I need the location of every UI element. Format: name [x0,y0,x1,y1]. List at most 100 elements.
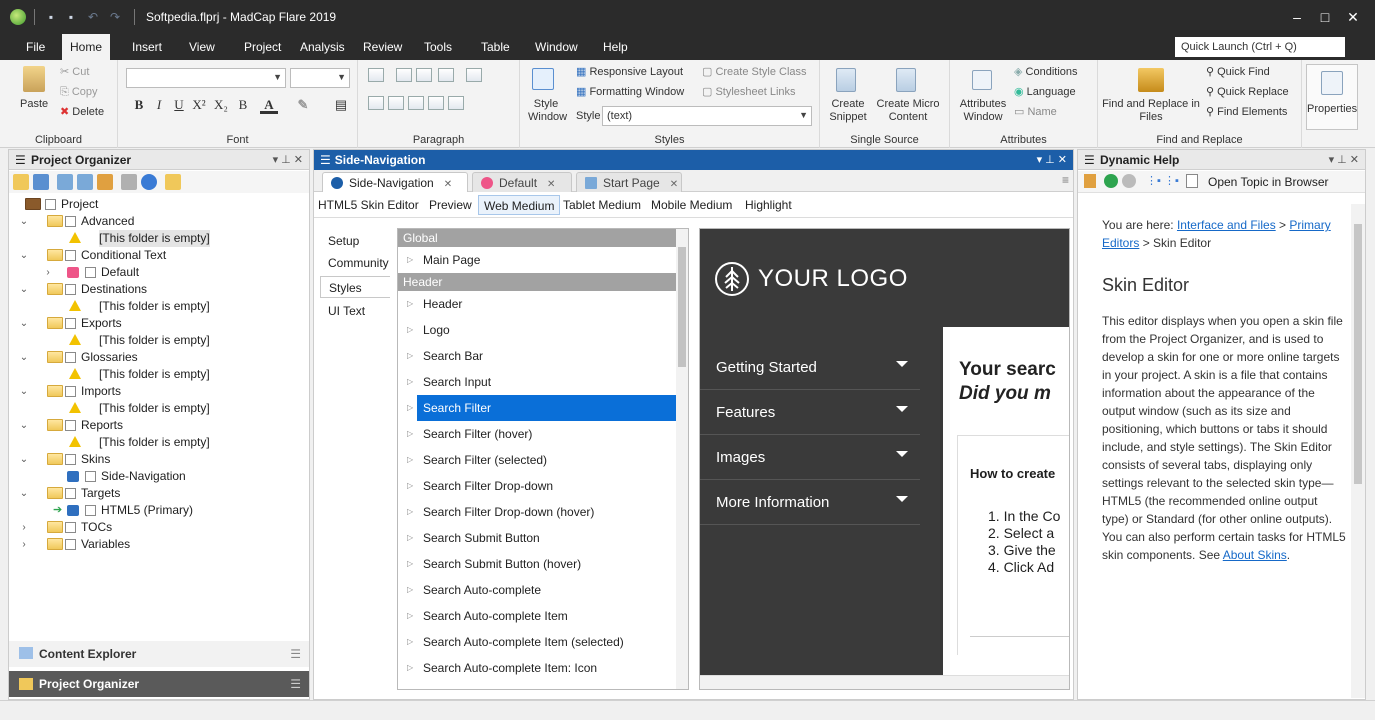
style-list-item[interactable]: ▷ Search Auto-complete Item: Icon [398,655,678,681]
mode-web-medium[interactable]: Web Medium [478,195,561,215]
checkbox[interactable] [65,386,76,397]
menu-table[interactable]: Table [473,34,518,60]
tab-setup[interactable]: Setup [320,230,390,252]
create-micro-content-button[interactable]: Create Micro Content [872,98,944,124]
forward-icon[interactable] [1122,174,1136,188]
style-window-button[interactable]: Style Window [528,98,567,124]
style-list-item[interactable]: ▷ Search Filter (hover) [398,421,678,447]
expand-icon[interactable]: ▷ [407,551,413,577]
chevron-down-icon[interactable]: ⌄ [19,281,29,298]
tree-item[interactable]: ⌄ Reports [9,417,309,434]
chevron-right-icon[interactable]: › [19,536,29,553]
tree-item[interactable]: ⌄ Exports [9,315,309,332]
checkbox[interactable] [65,522,76,533]
tree-item[interactable]: [This folder is empty] [9,298,309,315]
close-icon[interactable]: ✕ [670,179,678,190]
conditions-button[interactable]: ◈ Conditions [1014,66,1078,79]
tab-side-navigation[interactable]: Side-Navigation ✕ [322,172,468,192]
style-list-item[interactable]: ▷ Search Filter Drop-down [398,473,678,499]
menu-icon[interactable]: ☰ [15,150,27,170]
highlight-icon[interactable]: ✎ [294,96,312,114]
chevron-down-icon[interactable]: ⌄ [19,213,29,230]
back-icon[interactable] [1104,174,1118,188]
outdent-icon[interactable] [396,68,412,82]
preview-nav-item[interactable]: Images [700,435,920,480]
tree-item[interactable]: [This folder is empty] [9,366,309,383]
close-icon[interactable]: ✕ [547,179,555,190]
formatting-window-button[interactable]: ▦ Formatting Window [576,86,684,99]
tree-item[interactable]: › TOCs [9,519,309,536]
checkbox[interactable] [65,216,76,227]
menu-window[interactable]: Window [527,34,586,60]
attributes-window-button[interactable]: Attributes Window [956,98,1010,124]
tree-item[interactable]: ⌄ Conditional Text [9,247,309,264]
expand-icon[interactable]: ▷ [407,655,413,681]
find-elements-button[interactable]: ⚲ Find Elements [1206,106,1287,119]
tree-item[interactable]: Project [9,196,309,213]
tree-item[interactable]: ⌄ Glossaries [9,349,309,366]
align-left-icon[interactable] [368,96,384,110]
tree-item[interactable]: ➔ HTML5 (Primary) [9,502,309,519]
redo-icon[interactable]: ↷ [108,10,122,24]
menu-insert[interactable]: Insert [124,34,170,60]
subscript-icon[interactable]: X₂ [212,96,230,114]
style-list-item[interactable]: ▷ Main Page [398,247,678,273]
underline-icon[interactable]: U [170,96,188,114]
scrollbar[interactable] [676,229,688,689]
view-icon[interactable] [33,174,49,190]
expand-icon[interactable]: ▷ [407,421,413,447]
delete-item-icon[interactable] [121,174,137,190]
checkbox[interactable] [85,471,96,482]
save-all-icon[interactable]: ▪ [64,10,78,24]
bold-icon[interactable]: B [130,96,148,114]
collapse-icon[interactable]: ⋮▪ [1164,174,1179,187]
open-topic-in-browser-button[interactable]: Open Topic in Browser [1208,175,1329,189]
tab-community[interactable]: Community [320,252,390,274]
tree-item[interactable]: › Variables [9,536,309,553]
expand-icon[interactable]: ▷ [407,291,413,317]
expand-icon[interactable]: ▷ [407,577,413,603]
open-folder-icon[interactable] [13,174,29,190]
close-button[interactable]: ✕ [1343,8,1363,26]
checkbox[interactable] [65,539,76,550]
expand-icon[interactable]: ▷ [407,247,413,273]
chevron-down-icon[interactable]: ⌄ [19,315,29,332]
paragraph-icon[interactable] [466,68,482,82]
mode-skin-editor[interactable]: HTML5 Skin Editor [318,195,424,215]
superscript-icon[interactable]: X² [190,96,208,114]
tab-ui-text[interactable]: UI Text [320,300,390,322]
quick-find-button[interactable]: ⚲ Quick Find [1206,66,1270,79]
style-combo[interactable]: (text) ▼ [602,106,812,126]
home-icon[interactable] [1084,174,1096,188]
menu-review[interactable]: Review [355,34,410,60]
expand-icon[interactable]: ▷ [407,473,413,499]
mode-tablet-medium[interactable]: Tablet Medium [558,195,646,215]
tree-item[interactable]: Side-Navigation [9,468,309,485]
mode-highlight[interactable]: Highlight [740,195,797,215]
justify-icon[interactable] [428,96,444,110]
scrollbar[interactable] [1351,204,1365,698]
expand-icon[interactable]: ⋮▪ [1146,174,1161,187]
line-spacing-icon[interactable] [448,96,464,110]
tree-item[interactable]: ⌄ Advanced [9,213,309,230]
checkbox[interactable] [85,505,96,516]
paste-item-icon[interactable] [77,174,93,190]
stylesheet-links-button[interactable]: ▢ Stylesheet Links [702,86,796,99]
chevron-down-icon[interactable]: ⌄ [19,349,29,366]
copy-item-icon[interactable] [57,174,73,190]
tree-item[interactable]: [This folder is empty] [9,400,309,417]
breadcrumb-link-interface[interactable]: Interface and Files [1177,218,1276,232]
pane-controls[interactable]: ▾ ⊥ ✕ [1329,150,1359,170]
style-list-item[interactable]: ▷ Search Bar [398,343,678,369]
style-list-item[interactable]: ▷ Search Filter (selected) [398,447,678,473]
about-skins-link[interactable]: About Skins [1223,548,1287,562]
quick-replace-button[interactable]: ⚲ Quick Replace [1206,86,1289,99]
mode-preview[interactable]: Preview [424,195,477,215]
menu-analysis[interactable]: Analysis [292,34,353,60]
style-list-item[interactable]: ▷ Search Auto-complete Item (selected) [398,629,678,655]
checkbox[interactable] [65,250,76,261]
mode-mobile-medium[interactable]: Mobile Medium [646,195,737,215]
preview-nav-item[interactable]: Getting Started [700,345,920,390]
create-snippet-button[interactable]: Create Snippet [826,98,870,124]
scrollbar-thumb[interactable] [1354,224,1362,484]
